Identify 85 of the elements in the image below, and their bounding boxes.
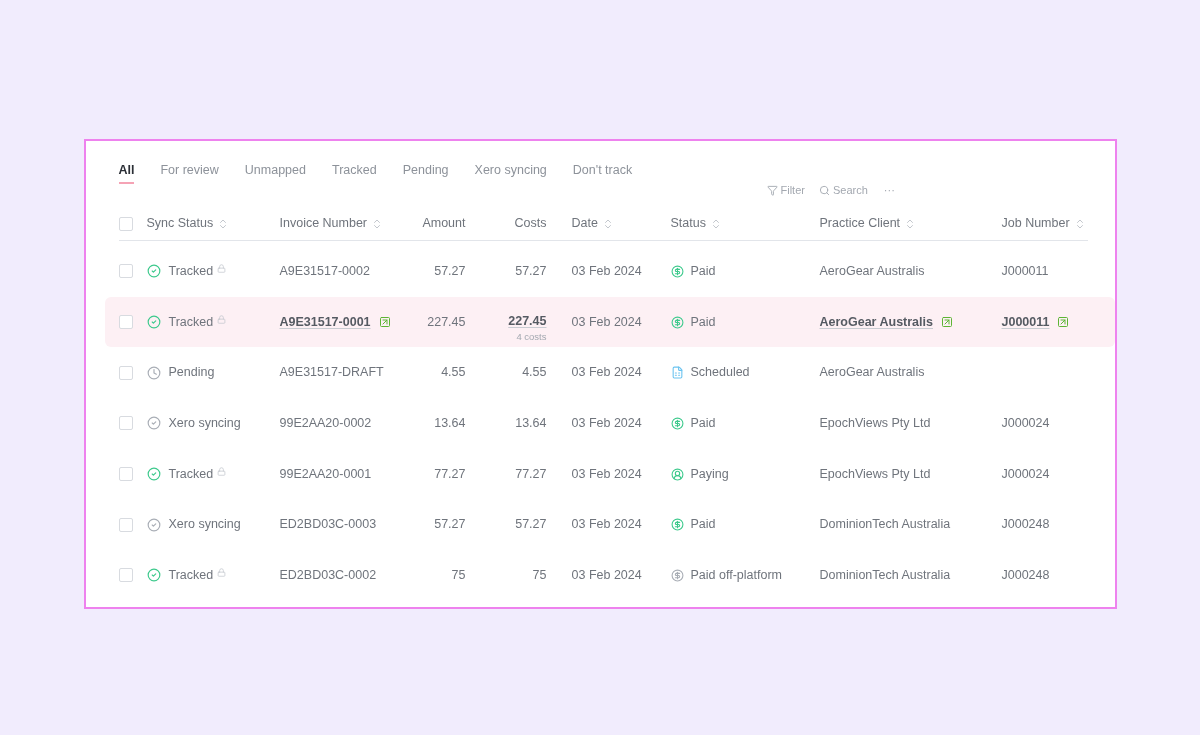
date-cell-text: 03 Feb 2024 [570,262,643,280]
payment-status-text: Paid [690,415,716,433]
date-cell-text: 03 Feb 2024 [570,465,643,483]
job-number: J000024 [1001,465,1050,483]
date-cell-text: 03 Feb 2024 [570,567,643,585]
job-number: J000011 [1001,262,1049,280]
checkbox[interactable] [118,315,133,330]
client-name: DominionTech Australia [819,567,951,585]
costs-cell[interactable]: 227.45 [508,311,547,331]
invoice-number: A9E31517-0002 [279,262,370,280]
invoice-number: 99E2AA20-0001 [279,465,372,483]
payment-status-text: Paid [690,262,716,280]
filter-tab[interactable]: Xero syncing [474,161,547,184]
checkbox[interactable] [118,264,133,279]
column-header[interactable]: Invoice Number [279,214,384,233]
date-cell-text: 03 Feb 2024 [570,364,643,382]
checkbox[interactable] [118,467,133,482]
amount-cell-text: 4.55 [440,364,466,382]
costs-count: 4 costs [516,330,547,345]
invoice-number[interactable]: A9E31517-0001 [279,312,371,332]
client-name: AeroGear Australis [819,364,925,382]
filter-icon [766,184,778,196]
job-number[interactable]: J000011 [1001,312,1050,332]
checkbox[interactable] [118,216,133,231]
column-header[interactable]: Date [571,214,614,233]
client-name: EpochViews Pty Ltd [819,465,931,483]
checkbox[interactable] [118,365,133,380]
sync-status-text: Xero syncing [168,415,241,433]
filter-tab[interactable]: Tracked [332,161,377,184]
costs-cell-text: 13.64 [515,415,547,433]
date-cell-text: 03 Feb 2024 [570,313,643,331]
client-name: DominionTech Australia [819,516,951,534]
payment-status-text: Scheduled [690,364,750,382]
checkbox[interactable] [118,517,133,532]
external-link-icon[interactable] [378,316,391,329]
date-cell-text: 03 Feb 2024 [570,516,643,534]
sync-status-text: Xero syncing [168,516,241,534]
job-number: J000024 [1001,415,1050,433]
amount-cell-text: 13.64 [433,415,466,433]
invoice-number: A9E31517-DRAFT [279,364,384,382]
sync-status-text: Pending [168,364,215,382]
filter-tab[interactable]: Don't track [572,161,633,184]
external-link-icon[interactable] [1057,316,1070,329]
column-header[interactable]: Sync Status [146,214,230,233]
filter-tab[interactable]: Pending [402,161,449,184]
column-header: Amount [422,215,466,233]
external-link-icon[interactable] [941,316,953,329]
amount-cell-text: 75 [450,567,466,585]
column-header[interactable]: Practice Client [819,214,917,233]
payment-status-text: Paying [690,465,729,483]
job-number: J000248 [1001,516,1050,534]
column-header[interactable]: Status [670,214,722,233]
invoice-number: ED2BD03C-0003 [279,516,377,534]
costs-cell-text: 4.55 [522,364,547,382]
search-icon [818,184,830,196]
table-row[interactable]: Tracked A9E31517-0001 227.45 227.45 4 costs 03 Feb 2024 Paid AeroGear Australis J000011 [104,296,1115,348]
date-cell-text: 03 Feb 2024 [570,415,643,433]
column-header[interactable]: Job Number [1001,214,1086,233]
sync-status-text: Tracked [168,465,214,483]
filter-tab[interactable]: All [118,161,135,184]
sync-status-text: Tracked [168,567,214,585]
costs-cell-text: 77.27 [515,465,547,483]
client-name: AeroGear Australis [819,262,925,280]
amount-cell-text: 77.27 [433,465,466,483]
costs-cell-text: 57.27 [515,262,547,280]
payment-status-text: Paid [690,313,716,331]
payment-status-text: Paid [690,516,716,534]
client-name[interactable]: AeroGear Australis [819,312,933,332]
amount-cell-text: 57.27 [433,262,466,280]
costs-cell-text: 75 [532,567,547,585]
sync-status-text: Tracked [168,262,214,280]
job-number: J000248 [1001,567,1050,585]
amount-cell-text: 227.45 [426,313,466,331]
filter-tab[interactable]: Unmapped [244,161,306,184]
checkbox[interactable] [118,568,133,583]
invoice-number: ED2BD03C-0002 [279,567,377,585]
amount-cell-text: 57.27 [433,516,466,534]
filter-tab[interactable]: For review [160,161,219,184]
checkbox[interactable] [118,416,133,431]
invoice-number: 99E2AA20-0002 [279,415,372,433]
client-name: EpochViews Pty Ltd [819,415,931,433]
costs-cell-text: 57.27 [515,516,547,534]
payment-status-text: Paid off-platform [690,567,782,585]
column-header: Costs [514,215,547,233]
sync-status-text: Tracked [168,313,214,331]
